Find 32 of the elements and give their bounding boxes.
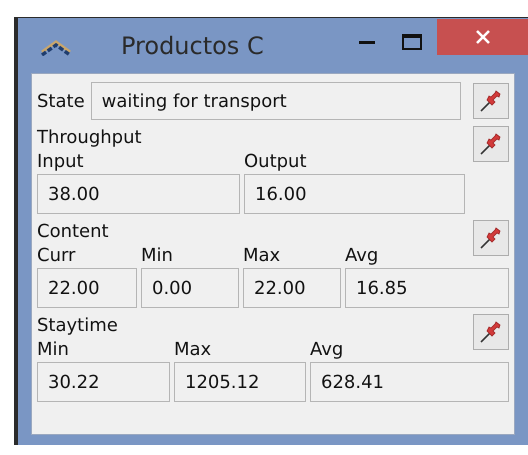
value-field: 22.00: [37, 268, 137, 308]
maximize-icon: [402, 34, 422, 50]
close-button[interactable]: [437, 18, 528, 54]
section-title: Staytime: [37, 314, 118, 338]
value-field: 22.00: [243, 268, 341, 308]
minimize-icon: [359, 40, 375, 44]
column-label: Input: [37, 150, 85, 174]
column-label: Min: [37, 338, 70, 362]
value-field: 1205.12: [174, 362, 306, 402]
value-field: 628.41: [310, 362, 509, 402]
column-label: Avg: [345, 244, 380, 268]
pin-button[interactable]: [473, 83, 509, 119]
column-label: Max: [243, 244, 282, 268]
close-icon: [474, 28, 490, 44]
value-field: 0.00: [141, 268, 239, 308]
pin-button[interactable]: [473, 126, 509, 162]
value-field: 16.00: [244, 174, 465, 214]
section-title: Content: [37, 220, 109, 244]
value-field: 30.22: [37, 362, 170, 402]
value-field: 16.85: [345, 268, 509, 308]
window-title: Productos C: [121, 30, 264, 62]
pin-button[interactable]: [473, 314, 509, 350]
column-label: Avg: [310, 338, 344, 362]
state-label: State: [37, 90, 85, 114]
section-title: Throughput: [37, 126, 142, 150]
column-label: Min: [141, 244, 174, 268]
pin-button[interactable]: [473, 220, 509, 256]
column-label: Output: [244, 150, 308, 174]
column-label: Curr: [37, 244, 76, 268]
value-field: 38.00: [37, 174, 240, 214]
state-field: waiting for transport: [90, 82, 461, 120]
column-label: Max: [174, 338, 212, 362]
